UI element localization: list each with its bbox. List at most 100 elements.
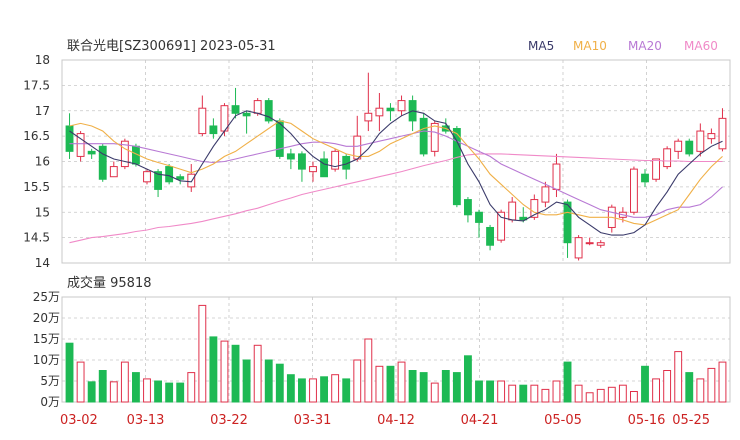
candle-up xyxy=(541,186,550,203)
volume-bar-up xyxy=(309,378,317,403)
volume-tick-label: 0万 xyxy=(40,395,60,409)
candle-up xyxy=(309,166,317,173)
volume-bar-down xyxy=(519,384,528,403)
volume-bar-down xyxy=(408,370,417,403)
volume-bar-down xyxy=(342,378,351,403)
candle-down xyxy=(98,145,107,180)
candle-down xyxy=(176,176,185,180)
candle-up xyxy=(364,112,373,122)
date-tick-label: 03-22 xyxy=(210,413,248,428)
price-y-axis: 18 17.5 17 16.5 16 15.5 15 14.5 14 xyxy=(23,53,50,270)
candle-down xyxy=(298,153,306,170)
volume-bar-up xyxy=(253,344,262,403)
candle-down xyxy=(286,153,295,160)
candle-down xyxy=(464,199,472,216)
legend: MA5 MA10 MA20 MA60 xyxy=(528,39,718,53)
volume-bar-down xyxy=(65,342,74,403)
candlesticks xyxy=(65,72,727,261)
date-tick-label: 05-16 xyxy=(628,413,666,428)
candle-up xyxy=(253,100,262,114)
volume-bar-up xyxy=(120,361,129,403)
candle-down xyxy=(165,166,174,183)
legend-ma20: MA20 xyxy=(628,39,662,53)
legend-ma5: MA5 xyxy=(528,39,554,53)
volume-bar-down xyxy=(641,365,649,403)
legend-ma60: MA60 xyxy=(684,39,718,53)
volume-bar-down xyxy=(286,374,295,403)
volume-bar-down xyxy=(486,380,494,403)
candle-up xyxy=(508,201,517,221)
volume-bar-up xyxy=(652,378,660,403)
volume-bar-up xyxy=(552,380,561,403)
volume-bar-up xyxy=(375,365,384,403)
price-tick-label: 14.5 xyxy=(23,231,50,245)
volume-bar-up xyxy=(596,388,605,403)
volume-bar-down xyxy=(209,336,218,403)
volume-bar-down xyxy=(563,361,572,403)
candle-up xyxy=(430,122,439,152)
volume-bar-up xyxy=(364,338,373,403)
volume-bar-down xyxy=(87,381,96,403)
volume-bar-down xyxy=(685,372,694,403)
volume-bar-up xyxy=(430,382,439,403)
volume-bar-down xyxy=(441,370,450,403)
volume-bar-up xyxy=(497,380,506,403)
date-tick-label: 03-13 xyxy=(127,413,165,428)
volume-bar-up xyxy=(143,378,151,403)
volume-bar-up xyxy=(187,372,196,403)
volume-bar-down xyxy=(98,370,107,403)
candle-down xyxy=(231,105,240,114)
volume-bar-down xyxy=(264,359,273,403)
stock-chart: 联合光电[SZ300691] 2023-05-31 MA5 MA10 MA20 … xyxy=(23,39,731,428)
candle-down xyxy=(486,226,494,246)
grid xyxy=(61,59,731,403)
volume-bar-down xyxy=(231,344,240,403)
volume-bar-up xyxy=(618,384,627,403)
volume-bar-up xyxy=(541,388,550,403)
price-tick-label: 16 xyxy=(35,155,50,169)
price-tick-label: 18 xyxy=(35,53,50,67)
volume-bar-up xyxy=(574,384,583,403)
volume-bar-down xyxy=(176,382,185,403)
volume-bar-down xyxy=(475,380,483,403)
volume-bar-up xyxy=(397,361,406,403)
volume-bar-up xyxy=(707,367,716,403)
volume-bar-up xyxy=(220,340,229,403)
candle-down xyxy=(419,117,428,155)
volume-bar-up xyxy=(76,361,85,403)
candle-up xyxy=(696,130,705,152)
volume-bar-down xyxy=(452,372,461,403)
candle-up xyxy=(143,171,151,183)
volume-panel-frame xyxy=(61,296,731,403)
candle-up xyxy=(652,158,660,180)
volume-bar-down xyxy=(275,363,284,403)
date-tick-label: 03-31 xyxy=(294,413,332,428)
candle-up xyxy=(674,140,683,152)
volume-bar-down xyxy=(132,372,140,403)
date-axis: 03-02 03-13 03-22 03-31 04-12 04-21 05-05 05-16… xyxy=(60,413,710,428)
candle-down xyxy=(475,211,483,223)
volume-bar-up xyxy=(508,384,517,403)
candle-up xyxy=(707,133,716,140)
volume-bar-up xyxy=(674,351,683,403)
candle-down xyxy=(209,125,218,135)
candle-up xyxy=(718,117,727,150)
candle-up xyxy=(187,173,196,188)
volume-bar-up xyxy=(630,391,638,403)
volume-bar-up xyxy=(331,374,340,403)
chart-title: 联合光电[SZ300691] 2023-05-31 xyxy=(67,39,276,54)
volume-bar-down xyxy=(320,376,328,403)
date-tick-label: 04-12 xyxy=(377,413,415,428)
volume-bar-down xyxy=(419,372,428,403)
candle-down xyxy=(685,140,694,155)
candle-up xyxy=(497,211,506,241)
volume-tick-label: 20万 xyxy=(33,311,60,325)
volume-tick-label: 15万 xyxy=(33,332,60,346)
date-tick-label: 03-02 xyxy=(60,413,98,428)
volume-bar-down xyxy=(298,378,306,403)
legend-ma10: MA10 xyxy=(573,39,607,53)
volume-bar-down xyxy=(165,382,174,403)
volume-bar-up xyxy=(607,386,616,403)
candle-up xyxy=(630,168,638,213)
price-tick-label: 16.5 xyxy=(23,129,50,143)
